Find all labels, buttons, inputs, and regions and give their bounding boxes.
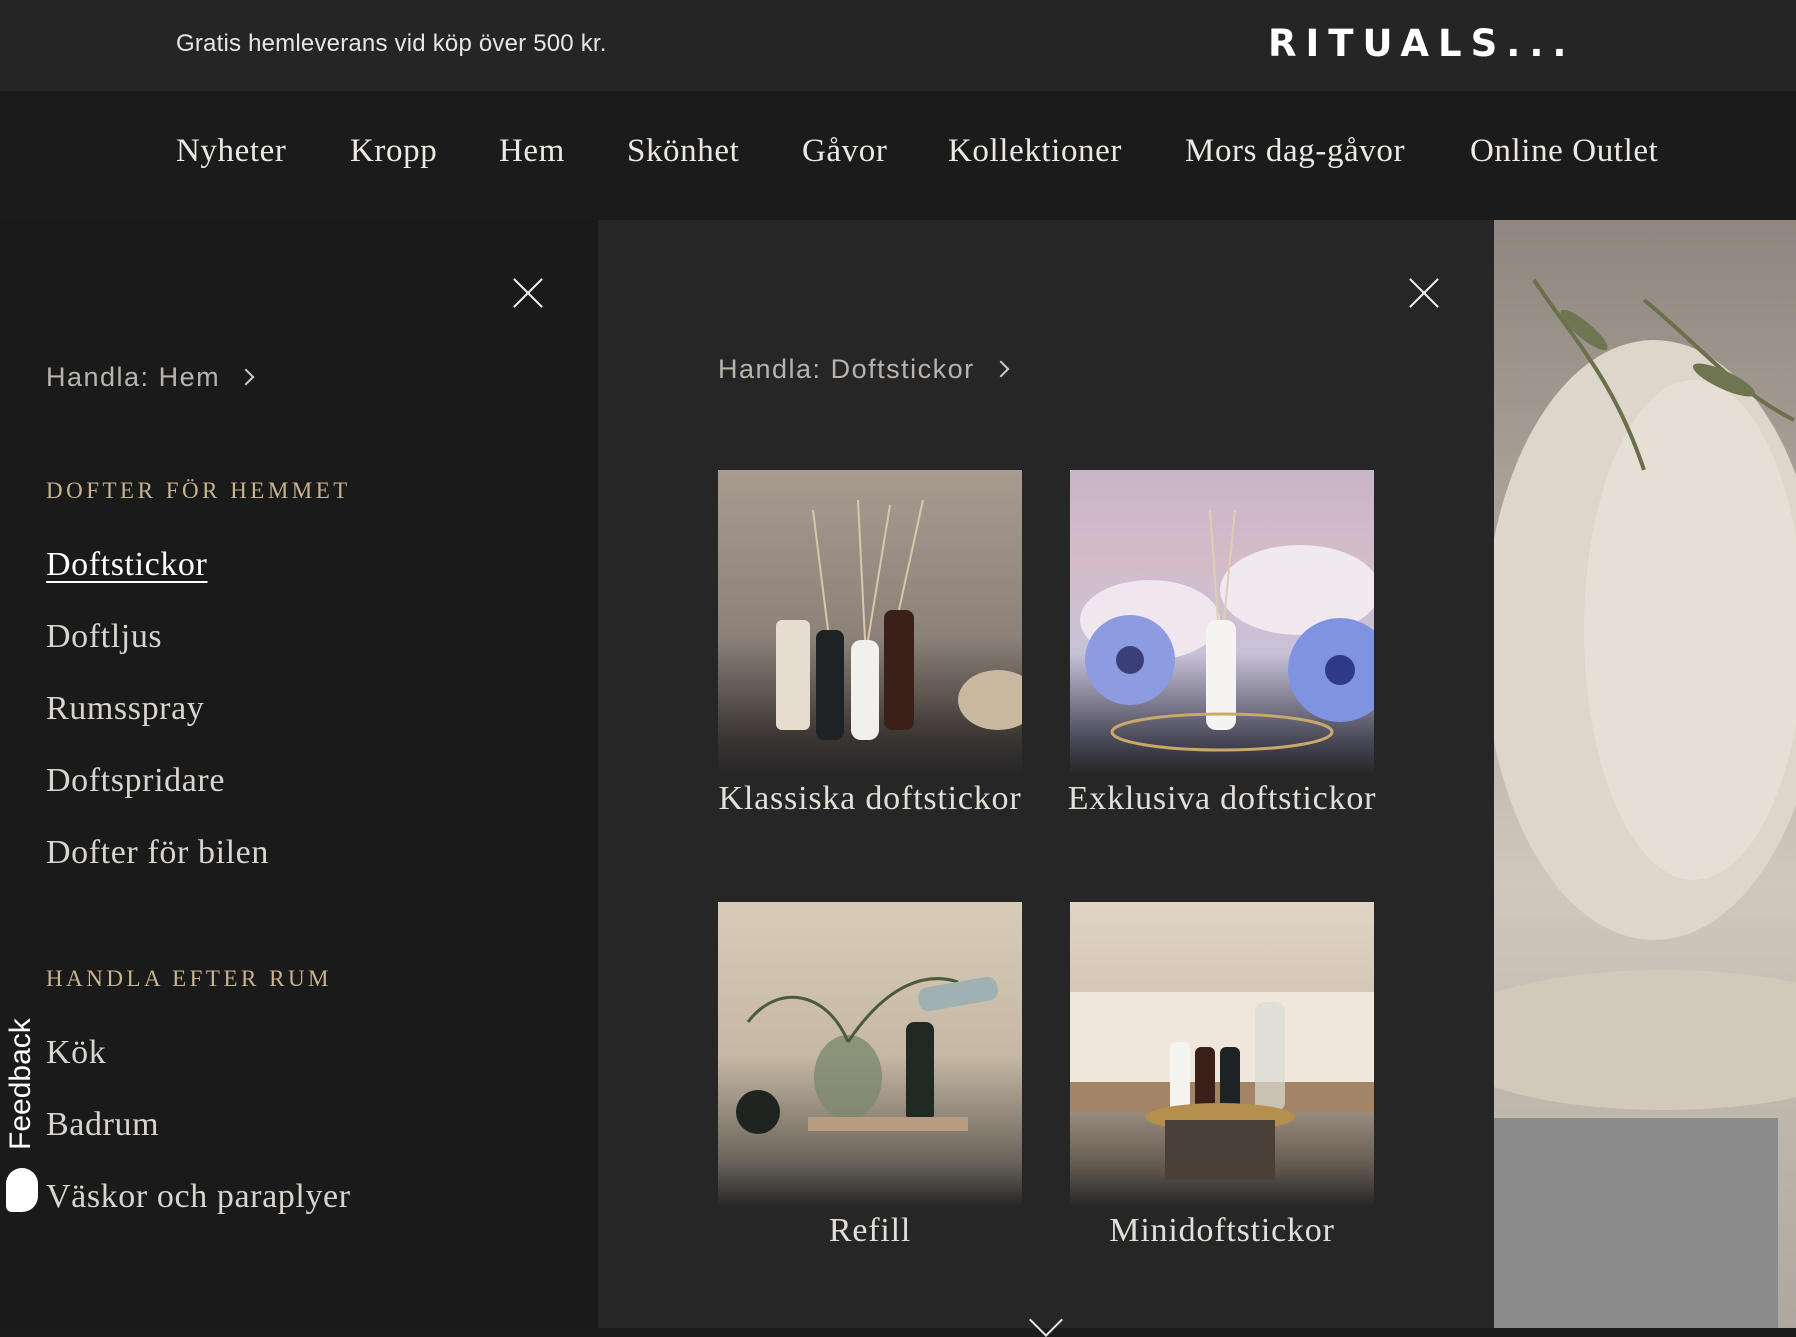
card-klassiska-doftstickor[interactable]: Klassiska doftstickor	[718, 470, 1022, 817]
product-image	[1070, 470, 1374, 775]
card-label: Refill	[828, 1212, 912, 1249]
menu-link-doftstickor[interactable]: Doftstickor	[46, 546, 207, 584]
product-image	[718, 470, 1022, 775]
section-heading-rum: HANDLA EFTER RUM	[46, 966, 333, 991]
diffuser-bottles-illustration	[776, 499, 1022, 740]
promo-bar: Gratis hemleverans vid köp över 500 kr. …	[0, 0, 1796, 91]
clouds-flowers-illustration	[1080, 509, 1374, 752]
close-icon[interactable]	[511, 276, 545, 310]
card-refill[interactable]: Refill	[718, 902, 1022, 1249]
nav-item-gavor[interactable]: Gåvor	[802, 133, 887, 170]
menu-link-doftspridare[interactable]: Doftspridare	[46, 762, 225, 800]
menu-link-badrum[interactable]: Badrum	[46, 1106, 159, 1144]
breadcrumb-handla-hem[interactable]: Handla: Hem	[46, 362, 255, 393]
section-heading-dofter: DOFTER FÖR HEMMET	[46, 478, 351, 503]
nav-item-skonhet[interactable]: Skönhet	[627, 133, 739, 170]
nav-item-kropp[interactable]: Kropp	[350, 133, 437, 170]
product-image	[1070, 902, 1374, 1207]
menu-link-doftljus[interactable]: Doftljus	[46, 618, 162, 656]
menu-link-dofter-for-bilen[interactable]: Dofter för bilen	[46, 834, 269, 872]
breadcrumb-label: Handla: Doftstickor	[718, 354, 975, 384]
main-navigation: Nyheter Kropp Hem Skönhet Gåvor Kollekti…	[0, 91, 1796, 220]
feedback-label: Feedback	[4, 1018, 37, 1150]
breadcrumb-label: Handla: Hem	[46, 362, 221, 392]
menu-link-vaskor-och-paraplyer[interactable]: Väskor och paraplyer	[46, 1178, 351, 1216]
subcategory-panel: Handla: Doftstickor Klassiska doftsticko…	[598, 220, 1494, 1337]
chevron-right-icon	[992, 360, 1010, 378]
feedback-tab[interactable]: Feedback	[0, 1000, 42, 1220]
nav-item-nyheter[interactable]: Nyheter	[176, 133, 286, 170]
vase-illustration	[1494, 278, 1796, 1110]
card-exklusiva-doftstickor[interactable]: Exklusiva doftstickor	[1068, 470, 1375, 817]
card-label: Minidoftstickor	[1109, 1212, 1335, 1249]
card-minidoftstickor[interactable]: Minidoftstickor	[1070, 902, 1374, 1249]
refill-illustration	[736, 976, 998, 1134]
speech-bubble-icon	[6, 1168, 38, 1212]
nav-item-online-outlet[interactable]: Online Outlet	[1470, 133, 1658, 170]
nav-item-mors-dag-gavor[interactable]: Mors dag-gåvor	[1185, 133, 1405, 170]
hero-image	[1494, 220, 1796, 1328]
breadcrumb-handla-doftstickor[interactable]: Handla: Doftstickor	[718, 354, 1010, 385]
chevron-right-icon	[237, 368, 255, 386]
mini-diffusers-illustration	[1070, 992, 1374, 1180]
menu-link-kok[interactable]: Kök	[46, 1034, 106, 1072]
nav-item-kollektioner[interactable]: Kollektioner	[948, 133, 1122, 170]
nav-item-hem[interactable]: Hem	[499, 133, 565, 170]
card-label: Klassiska doftstickor	[718, 780, 1022, 817]
product-image	[718, 902, 1022, 1207]
rituals-logo[interactable]: RITUALS...	[1268, 22, 1575, 65]
chevron-down-icon[interactable]	[1029, 1303, 1063, 1337]
close-icon[interactable]	[1407, 276, 1441, 310]
card-label: Exklusiva doftstickor	[1067, 780, 1377, 817]
menu-link-rumsspray[interactable]: Rumsspray	[46, 690, 204, 728]
category-menu-panel: Handla: Hem DOFTER FÖR HEMMET Doftsticko…	[0, 220, 598, 1328]
promo-text: Gratis hemleverans vid köp över 500 kr.	[176, 30, 607, 57]
placeholder-block	[1494, 1118, 1778, 1328]
